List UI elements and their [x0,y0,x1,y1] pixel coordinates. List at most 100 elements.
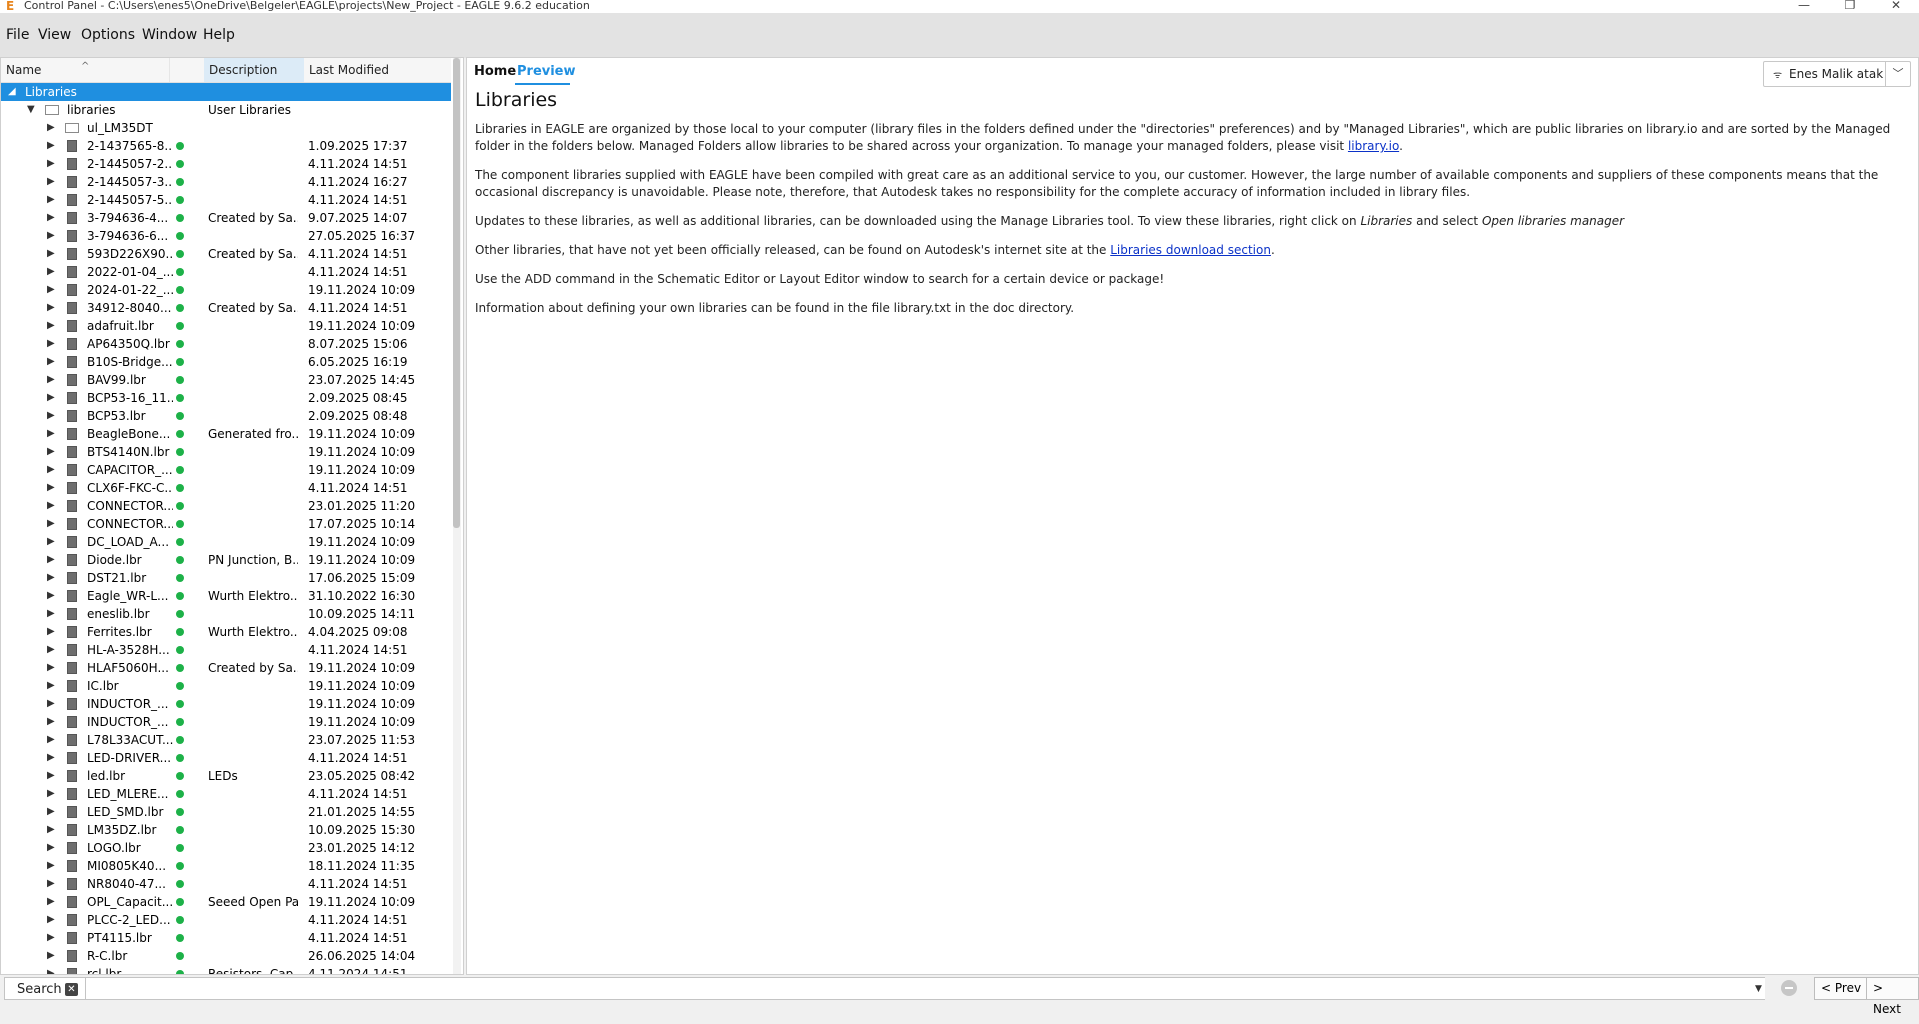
menu-window[interactable]: Window [142,27,197,43]
column-description-header[interactable]: Description [204,58,304,82]
expand-arrow-icon[interactable]: ▶ [47,605,55,623]
library-row[interactable]: ▶ CONNECTOR... 17.07.2025 10:14 [1,515,451,533]
expand-arrow-icon[interactable]: ▶ [47,929,55,947]
expand-arrow-icon[interactable]: ▶ [47,227,55,245]
library-row[interactable]: ▶ 2022-01-04_... 4.11.2024 14:51 [1,263,451,281]
library-row[interactable]: ▶ INDUCTOR_... 19.11.2024 10:09 [1,695,451,713]
expand-arrow-icon[interactable]: ▶ [47,641,55,659]
expand-arrow-icon[interactable]: ▶ [47,317,55,335]
expand-arrow-icon[interactable]: ▶ [47,209,55,227]
close-window-button[interactable]: ✕ [1876,0,1916,13]
library-row[interactable]: ▶ 2-1445057-2... 4.11.2024 14:51 [1,155,451,173]
library-row[interactable]: ▶ HL-A-3528H... 4.11.2024 14:51 [1,641,451,659]
expand-arrow-icon[interactable]: ▶ [47,749,55,767]
expand-arrow-icon[interactable]: ▶ [47,803,55,821]
library-row[interactable]: ▶ HLAF5060H... Created by Sa... 19.11.2024 … [1,659,451,677]
library-row[interactable]: ▶ led.lbr LEDs 23.05.2025 08:42 [1,767,451,785]
chevron-down-icon[interactable]: ﹀ [1885,62,1910,86]
library-row[interactable]: ▶ BCP53-16_11... 2.09.2025 08:45 [1,389,451,407]
expand-arrow-icon[interactable]: ▶ [47,695,55,713]
library-row[interactable]: ▶ INDUCTOR_... 19.11.2024 10:09 [1,713,451,731]
tab-home[interactable]: Home [474,64,516,79]
expand-arrow-icon[interactable]: ▶ [47,137,55,155]
expand-arrow-icon[interactable]: ▶ [47,731,55,749]
library-row[interactable]: ▶ Diode.lbr PN Junction, B... 19.11.2024 10… [1,551,451,569]
expand-arrow-icon[interactable]: ▶ [47,713,55,731]
tab-preview[interactable]: Preview [517,64,576,79]
library-row[interactable]: ▶ BCP53.lbr 2.09.2025 08:48 [1,407,451,425]
expand-arrow-icon[interactable]: ▶ [47,371,55,389]
expand-arrow-icon[interactable]: ▶ [47,587,55,605]
user-account-button[interactable]: ᯤ Enes Malik atak ﹀ [1763,61,1911,87]
expand-arrow-icon[interactable]: ▶ [47,677,55,695]
expand-arrow-icon[interactable]: ▶ [47,353,55,371]
maximize-button[interactable]: ❐ [1830,0,1870,13]
library-row[interactable]: ▶ 593D226X90... Created by Sa... 4.11.2024 … [1,245,451,263]
expand-arrow-icon[interactable]: ▶ [47,821,55,839]
menu-options[interactable]: Options [81,27,135,43]
menu-view[interactable]: View [38,27,71,43]
library-row[interactable]: ▶ CAPACITOR_... 19.11.2024 10:09 [1,461,451,479]
expand-arrow-icon[interactable]: ▶ [47,857,55,875]
expand-arrow-icon[interactable]: ▶ [47,623,55,641]
search-history-dropdown-icon[interactable]: ▼ [1755,984,1762,994]
expand-arrow-icon[interactable]: ▶ [47,551,55,569]
expand-arrow-icon[interactable]: ▶ [47,119,55,137]
library-row[interactable]: ▶ BeagleBone... Generated fro... 19.11.2024… [1,425,451,443]
expand-arrow-icon[interactable]: ▶ [47,389,55,407]
prev-button[interactable]: < Prev [1814,977,1869,1000]
tree-subfolder[interactable]: ▶ ul_LM35DT [1,119,451,137]
expand-arrow-icon[interactable]: ▶ [47,875,55,893]
library-row[interactable]: ▶ MI0805K40... 18.11.2024 11:35 [1,857,451,875]
library-row[interactable]: ▶ IC.lbr 19.11.2024 10:09 [1,677,451,695]
expand-arrow-icon[interactable]: ▶ [47,299,55,317]
clear-search-icon[interactable]: ✕ [65,983,78,996]
expand-arrow-icon[interactable]: ▶ [47,569,55,587]
column-status-header[interactable] [169,58,179,82]
expand-arrow-icon[interactable]: ▶ [47,965,55,974]
library-row[interactable]: ▶ PT4115.lbr 4.11.2024 14:51 [1,929,451,947]
expand-arrow-icon[interactable]: ▶ [47,443,55,461]
column-name-header[interactable]: Name ^ [1,58,169,82]
expand-arrow-icon[interactable]: ▶ [47,281,55,299]
expand-arrow-icon[interactable]: ▶ [47,479,55,497]
library-row[interactable]: ▶ CONNECTOR... 23.01.2025 11:20 [1,497,451,515]
expand-arrow-icon[interactable]: ▶ [47,425,55,443]
library-row[interactable]: ▶ LED_MLERE... 4.11.2024 14:51 [1,785,451,803]
library-row[interactable]: ▶ 2024-01-22_... 19.11.2024 10:09 [1,281,451,299]
expand-arrow-icon[interactable]: ▶ [47,155,55,173]
expand-arrow-icon[interactable]: ▶ [47,533,55,551]
menu-help[interactable]: Help [203,27,235,43]
library-row[interactable]: ▶ eneslib.lbr 10.09.2025 14:11 [1,605,451,623]
library-row[interactable]: ▶ L78L33ACUT... 23.07.2025 11:53 [1,731,451,749]
expand-arrow-icon[interactable]: ▶ [47,263,55,281]
library-row[interactable]: ▶ LOGO.lbr 23.01.2025 14:12 [1,839,451,857]
stop-search-icon[interactable] [1781,980,1797,996]
library-row[interactable]: ▶ PLCC-2_LED... 4.11.2024 14:51 [1,911,451,929]
expand-arrow-icon[interactable]: ▶ [47,785,55,803]
library-row[interactable]: ▶ NR8040-47... 4.11.2024 14:51 [1,875,451,893]
collapse-arrow-icon[interactable]: ◢ [8,83,16,101]
library-row[interactable]: ▶ DST21.lbr 17.06.2025 15:09 [1,569,451,587]
library-row[interactable]: ▶ Eagle_WR-L... Wurth Elektro... 31.10.2022… [1,587,451,605]
tree-folder-libraries[interactable]: ▼ libraries User Libraries [1,101,451,119]
column-modified-header[interactable]: Last Modified [304,58,451,82]
search-input[interactable] [85,978,1765,999]
expand-arrow-icon[interactable]: ▶ [47,407,55,425]
library-row[interactable]: ▶ rcl.lbr Resistors, Cap... 4.11.2024 14:51 [1,965,451,974]
expand-arrow-icon[interactable]: ▶ [47,659,55,677]
library-row[interactable]: ▶ CLX6F-FKC-C... 4.11.2024 14:51 [1,479,451,497]
expand-arrow-icon[interactable]: ▶ [47,839,55,857]
minimize-button[interactable]: — [1784,0,1824,13]
tree-root-libraries[interactable]: ◢ Libraries [1,83,451,101]
library-row[interactable]: ▶ BTS4140N.lbr 19.11.2024 10:09 [1,443,451,461]
library-row[interactable]: ▶ AP64350Q.lbr 8.07.2025 15:06 [1,335,451,353]
expand-arrow-icon[interactable]: ▶ [47,947,55,965]
next-button[interactable]: > Next [1866,977,1919,1016]
library-row[interactable]: ▶ Ferrites.lbr Wurth Elektro... 4.04.2025 0… [1,623,451,641]
library-row[interactable]: ▶ 2-1445057-3... 4.11.2024 16:27 [1,173,451,191]
expanded-arrow-icon[interactable]: ▼ [27,101,35,119]
library-row[interactable]: ▶ LED-DRIVER... 4.11.2024 14:51 [1,749,451,767]
library-row[interactable]: ▶ 2-1437565-8... 1.09.2025 17:37 [1,137,451,155]
library-row[interactable]: ▶ B10S-Bridge... 6.05.2025 16:19 [1,353,451,371]
